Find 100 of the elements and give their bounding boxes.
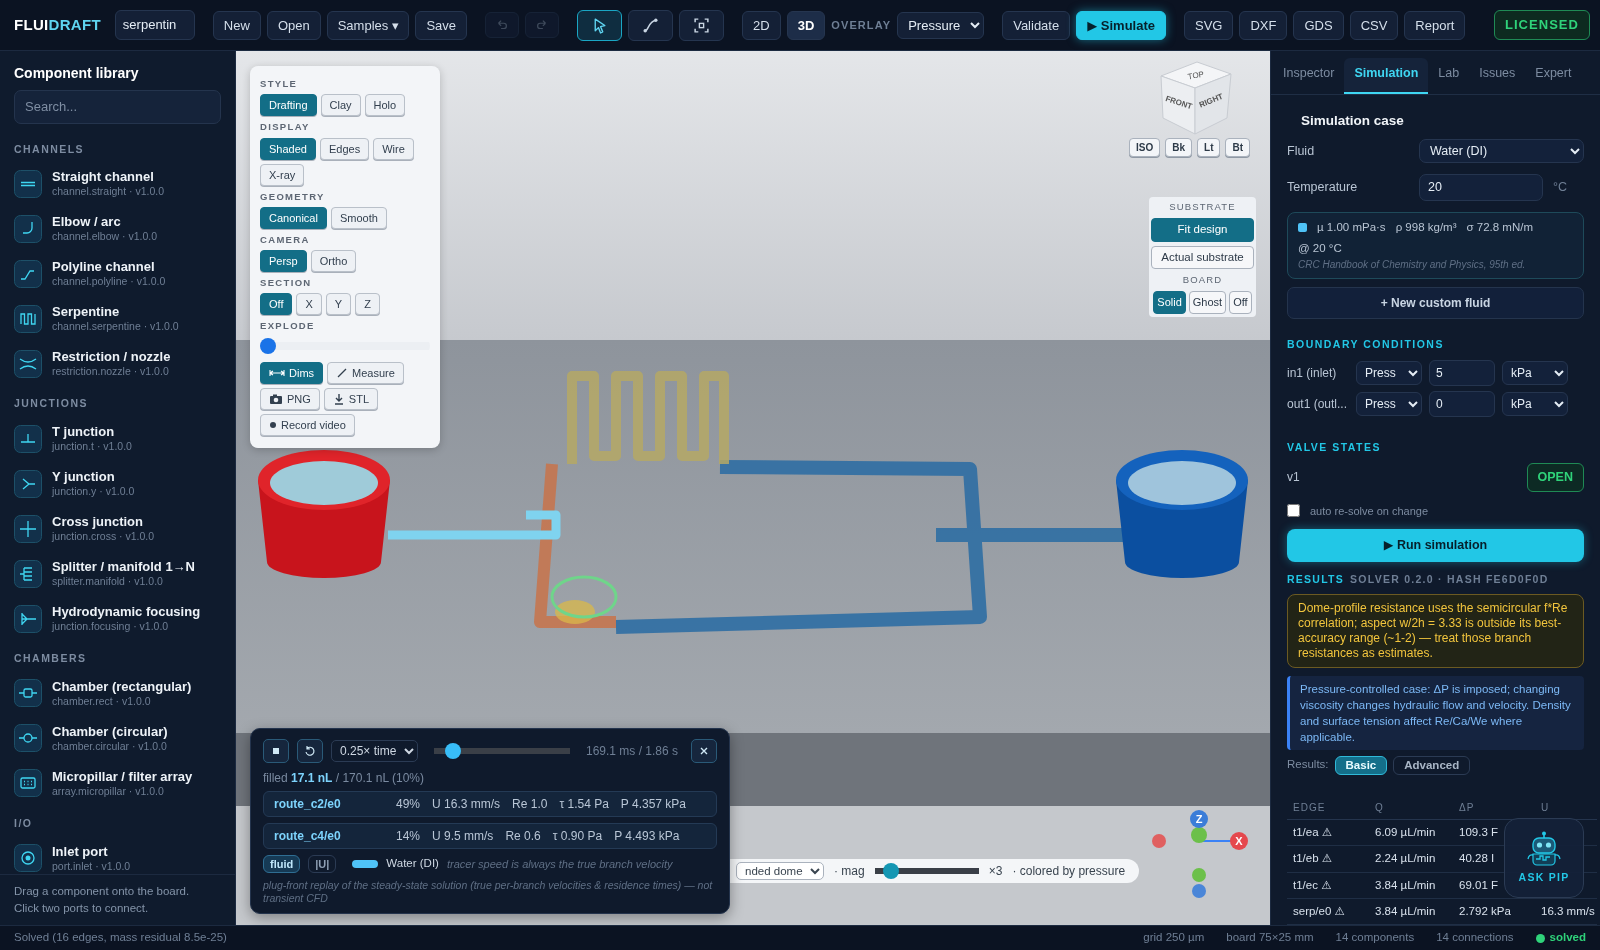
view-preset-button[interactable]: Bk — [1165, 138, 1193, 157]
option-toggle[interactable]: Wire — [373, 137, 414, 160]
option-toggle[interactable]: Ortho — [310, 250, 357, 272]
component-name[interactable]: Chamber (circular) — [52, 723, 168, 740]
option-toggle[interactable]: Off — [260, 293, 293, 316]
board-option[interactable]: Ghost — [1188, 291, 1227, 314]
overlay-select[interactable]: Pressure — [897, 11, 985, 39]
component-name[interactable]: Hydrodynamic focusing — [52, 604, 201, 620]
toolbar-button[interactable]: Open — [266, 10, 321, 40]
panel-tool-button[interactable]: PNG — [260, 387, 320, 410]
panel-tab[interactable]: Lab — [1428, 58, 1470, 94]
profile-select[interactable]: nded dome — [736, 862, 824, 880]
circle-chamber-icon[interactable] — [14, 724, 42, 753]
component-name[interactable]: Restriction / nozzle — [52, 349, 171, 366]
tool-button[interactable] — [628, 9, 674, 41]
serpentine-icon[interactable] — [14, 304, 42, 333]
view-preset-button[interactable]: ISO — [1129, 138, 1161, 157]
unit-select[interactable]: kPa — [1502, 361, 1568, 385]
view-mode-tab[interactable]: 3D — [786, 10, 826, 40]
route-row[interactable]: route_c4/e0 14% U 9.5 mm/s Re 0.6 τ 0.90 Pa P 4.493 kPa — [263, 823, 717, 849]
results-view-toggle[interactable]: Basic — [1334, 755, 1388, 775]
project-name-field[interactable]: serpentin — [114, 10, 195, 40]
view-preset-button[interactable]: Bt — [1225, 138, 1251, 157]
temperature-field[interactable]: 20 — [1419, 174, 1543, 201]
checkbox[interactable] — [1287, 504, 1300, 518]
export-button[interactable]: SVG — [1184, 10, 1234, 40]
option-toggle[interactable]: Z — [355, 293, 380, 316]
option-toggle[interactable]: Smooth — [330, 206, 387, 229]
panel-tool-button[interactable]: STL — [323, 387, 379, 410]
panel-tool-button[interactable]: Record video — [260, 413, 355, 436]
action-button[interactable]: ▶ Simulate — [1076, 10, 1166, 40]
component-name[interactable]: Chamber (rectangular) — [52, 678, 192, 695]
option-toggle[interactable]: X — [296, 293, 322, 316]
port-icon[interactable] — [14, 844, 42, 872]
close-button[interactable] — [691, 739, 717, 763]
option-toggle[interactable]: Drafting — [260, 94, 317, 117]
unit-select[interactable]: kPa — [1502, 392, 1568, 416]
toolbar-button[interactable]: Save — [415, 10, 468, 40]
view-preset-button[interactable]: Lt — [1197, 138, 1221, 157]
color-mode-toggle[interactable]: |U| — [308, 855, 337, 873]
run-simulation-button[interactable]: ▶ Run simulation — [1287, 529, 1584, 562]
bc-value-field[interactable]: 5 — [1429, 360, 1495, 386]
option-toggle[interactable]: Y — [325, 293, 352, 316]
search-field[interactable]: Search... — [14, 90, 221, 124]
component-name[interactable]: Straight channel — [52, 169, 165, 186]
elbow-icon[interactable] — [14, 214, 42, 243]
component-name[interactable]: Elbow / arc — [52, 214, 158, 231]
slider-thumb[interactable] — [883, 863, 900, 879]
slider-thumb[interactable] — [260, 337, 276, 354]
stop-button[interactable] — [263, 739, 289, 763]
tool-button[interactable] — [577, 9, 623, 41]
component-name[interactable]: Cross junction — [52, 514, 155, 530]
fluid-select[interactable]: Water (DI) — [1419, 139, 1584, 163]
export-button[interactable]: DXF — [1239, 10, 1288, 40]
component-name[interactable]: Micropillar / filter array — [52, 768, 193, 785]
component-name[interactable]: Splitter / manifold 1→N — [52, 559, 195, 575]
option-toggle[interactable]: Clay — [320, 94, 361, 117]
results-view-toggle[interactable]: Advanced — [1393, 755, 1471, 775]
rect-chamber-icon[interactable] — [14, 679, 42, 708]
option-toggle[interactable]: Holo — [364, 94, 406, 117]
panel-tool-button[interactable]: Dims — [260, 361, 324, 384]
bc-value-field[interactable]: 0 — [1429, 391, 1495, 417]
board-option[interactable]: Solid — [1153, 291, 1186, 314]
bc-type-select[interactable]: Press — [1356, 361, 1422, 385]
component-name[interactable]: Serpentine — [52, 304, 179, 321]
option-toggle[interactable]: Shaded — [260, 137, 316, 160]
valve-toggle[interactable]: OPEN — [1526, 462, 1584, 492]
panel-tool-button[interactable]: Measure — [327, 361, 404, 384]
substrate-option[interactable]: Actual substrate — [1151, 245, 1254, 269]
speed-select[interactable]: 0.25× time — [331, 740, 418, 762]
y-junction-icon[interactable] — [14, 469, 42, 498]
export-button[interactable]: CSV — [1349, 10, 1399, 40]
view-mode-tab[interactable]: 2D — [742, 10, 781, 40]
panel-tab[interactable]: Inspector — [1273, 58, 1345, 94]
toolbar-button[interactable]: Samples ▾ — [326, 10, 410, 40]
cube-face-label[interactable]: TOP — [1187, 69, 1205, 82]
component-name[interactable]: Y junction — [52, 469, 135, 485]
export-button[interactable]: GDS — [1293, 10, 1344, 40]
panel-tab[interactable]: Simulation — [1344, 58, 1429, 94]
assistant-button[interactable]: ASK PIP — [1504, 818, 1584, 898]
t-junction-icon[interactable] — [14, 424, 42, 453]
manifold-icon[interactable] — [14, 559, 42, 588]
focusing-icon[interactable] — [14, 604, 42, 633]
toolbar-button[interactable]: New — [212, 10, 261, 40]
pillar-array-icon[interactable] — [14, 769, 42, 798]
polyline-icon[interactable] — [14, 259, 42, 288]
component-name[interactable]: Inlet port — [52, 843, 131, 860]
straight-channel-icon[interactable] — [14, 169, 42, 198]
panel-tab[interactable]: Expert — [1525, 58, 1582, 94]
board-option[interactable]: Off — [1229, 291, 1252, 314]
action-button[interactable]: Validate — [1002, 10, 1071, 40]
color-mode-toggle[interactable]: fluid — [263, 855, 301, 873]
bc-type-select[interactable]: Press — [1356, 392, 1422, 416]
option-toggle[interactable]: Canonical — [260, 206, 327, 229]
panel-tab[interactable]: Issues — [1469, 58, 1526, 94]
new-fluid-button[interactable]: + New custom fluid — [1287, 287, 1584, 320]
cross-icon[interactable] — [14, 514, 42, 543]
option-toggle[interactable]: Edges — [319, 137, 370, 160]
slider-thumb[interactable] — [444, 743, 461, 759]
export-button[interactable]: Report — [1404, 10, 1466, 40]
